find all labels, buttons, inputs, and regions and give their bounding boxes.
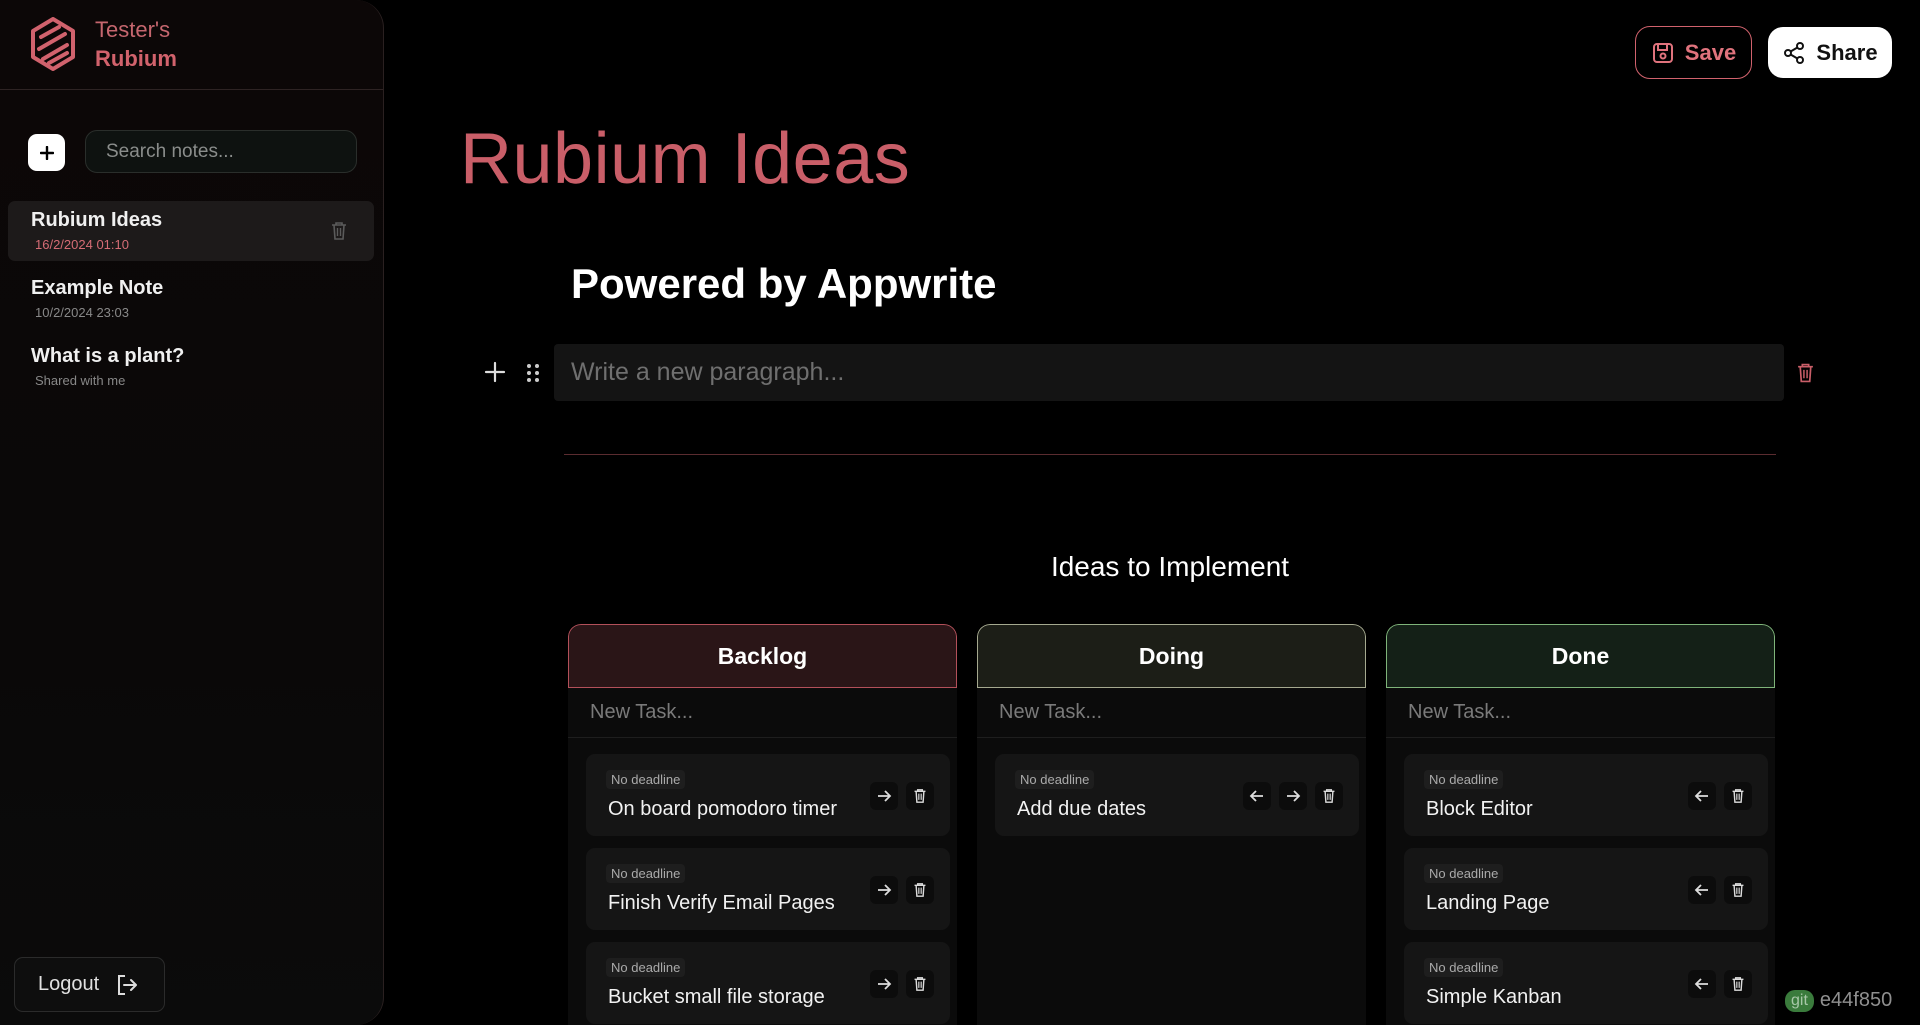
share-button[interactable]: Share bbox=[1768, 27, 1892, 78]
delete-card-button[interactable] bbox=[1724, 970, 1752, 998]
brand-owner: Tester's bbox=[95, 17, 171, 42]
arrow-left-icon bbox=[1694, 884, 1708, 896]
deadline-badge: No deadline bbox=[1424, 864, 1504, 883]
move-right-button[interactable] bbox=[870, 970, 898, 998]
page-title[interactable]: Rubium Ideas bbox=[460, 118, 910, 200]
git-hash: e44f850 bbox=[1819, 989, 1893, 1011]
delete-card-button[interactable] bbox=[906, 876, 934, 904]
logout-button[interactable]: Logout bbox=[14, 957, 165, 1012]
divider bbox=[564, 454, 1776, 455]
heading-block[interactable]: Powered by Appwrite bbox=[571, 260, 997, 308]
note-date: 16/2/2024 01:10 bbox=[35, 237, 129, 252]
note-shared-label: Shared with me bbox=[35, 373, 126, 388]
note-item-example-note[interactable]: Example Note 10/2/2024 23:03 bbox=[8, 269, 374, 329]
delete-card-button[interactable] bbox=[906, 782, 934, 810]
logout-label: Logout bbox=[38, 973, 100, 995]
note-item-rubium-ideas[interactable]: Rubium Ideas 16/2/2024 01:10 bbox=[8, 201, 374, 261]
card-title: Finish Verify Email Pages bbox=[608, 892, 835, 914]
drag-handle-icon[interactable] bbox=[525, 362, 541, 384]
kanban-card[interactable]: No deadline Add due dates bbox=[995, 754, 1359, 836]
deadline-badge: No deadline bbox=[1424, 770, 1504, 789]
kanban-card[interactable]: No deadline Bucket small file storage bbox=[586, 942, 950, 1024]
save-icon bbox=[1652, 42, 1673, 63]
paragraph-input[interactable] bbox=[554, 344, 1784, 401]
trash-icon bbox=[914, 977, 926, 991]
kanban-title: Ideas to Implement bbox=[1050, 551, 1290, 582]
deadline-badge: No deadline bbox=[1015, 770, 1095, 789]
kanban-column-doing: Doing No deadline Add due dates bbox=[977, 624, 1366, 1025]
card-title: Bucket small file storage bbox=[608, 986, 825, 1008]
card-title: Landing Page bbox=[1426, 892, 1550, 914]
delete-card-button[interactable] bbox=[1724, 782, 1752, 810]
new-task-input[interactable] bbox=[568, 688, 957, 738]
note-title: Example Note bbox=[31, 277, 164, 299]
card-title: Add due dates bbox=[1017, 798, 1146, 820]
card-title: Simple Kanban bbox=[1426, 986, 1562, 1008]
kanban-card[interactable]: No deadline Landing Page bbox=[1404, 848, 1768, 930]
move-left-button[interactable] bbox=[1688, 970, 1716, 998]
save-button[interactable]: Save bbox=[1635, 26, 1752, 79]
move-right-button[interactable] bbox=[1279, 782, 1307, 810]
brand: Tester's Rubium bbox=[0, 0, 383, 90]
deadline-badge: No deadline bbox=[606, 864, 686, 883]
trash-icon bbox=[1732, 977, 1744, 991]
trash-icon[interactable] bbox=[330, 221, 348, 241]
delete-card-button[interactable] bbox=[1315, 782, 1343, 810]
deadline-badge: No deadline bbox=[1424, 958, 1504, 977]
arrow-right-icon bbox=[878, 978, 892, 990]
move-right-button[interactable] bbox=[870, 876, 898, 904]
arrow-left-icon bbox=[1694, 790, 1708, 802]
trash-icon bbox=[1732, 883, 1744, 897]
move-left-button[interactable] bbox=[1243, 782, 1271, 810]
note-item-what-is-a-plant[interactable]: What is a plant? Shared with me bbox=[8, 337, 374, 397]
trash-icon bbox=[1732, 789, 1744, 803]
logout-icon bbox=[118, 974, 138, 995]
delete-card-button[interactable] bbox=[1724, 876, 1752, 904]
note-title: What is a plant? bbox=[31, 345, 185, 367]
kanban-column-done: Done No deadline Block Editor No deadlin… bbox=[1386, 624, 1775, 1025]
brand-name: Rubium bbox=[95, 46, 177, 71]
share-label: Share bbox=[1816, 39, 1878, 65]
card-title: Block Editor bbox=[1426, 798, 1533, 820]
share-icon bbox=[1784, 41, 1805, 64]
kanban-card[interactable]: No deadline Simple Kanban bbox=[1404, 942, 1768, 1024]
add-note-button[interactable] bbox=[28, 134, 65, 171]
kanban-card[interactable]: No deadline Finish Verify Email Pages bbox=[586, 848, 950, 930]
new-task-input[interactable] bbox=[977, 688, 1366, 738]
search-input[interactable] bbox=[85, 130, 357, 173]
deadline-badge: No deadline bbox=[606, 770, 686, 789]
plus-icon bbox=[39, 145, 54, 160]
trash-icon bbox=[914, 883, 926, 897]
kanban-card[interactable]: No deadline On board pomodoro timer bbox=[586, 754, 950, 836]
trash-icon bbox=[1323, 789, 1335, 803]
move-right-button[interactable] bbox=[870, 782, 898, 810]
trash-icon[interactable] bbox=[1796, 362, 1815, 384]
move-left-button[interactable] bbox=[1688, 782, 1716, 810]
git-label: git bbox=[1785, 989, 1814, 1012]
rubium-logo-icon bbox=[31, 17, 75, 71]
new-task-input[interactable] bbox=[1386, 688, 1775, 738]
save-label: Save bbox=[1684, 39, 1737, 65]
column-header: Done bbox=[1386, 624, 1775, 688]
add-block-icon[interactable] bbox=[484, 361, 506, 383]
arrow-right-icon bbox=[878, 884, 892, 896]
git-version-badge: git e44f850 bbox=[1785, 989, 1892, 1012]
card-title: On board pomodoro timer bbox=[608, 798, 838, 820]
column-header: Backlog bbox=[568, 624, 957, 688]
arrow-left-icon bbox=[1249, 790, 1263, 802]
note-title: Rubium Ideas bbox=[31, 209, 163, 231]
arrow-right-icon bbox=[878, 790, 892, 802]
arrow-right-icon bbox=[1287, 790, 1301, 802]
delete-card-button[interactable] bbox=[906, 970, 934, 998]
deadline-badge: No deadline bbox=[606, 958, 686, 977]
kanban-card[interactable]: No deadline Block Editor bbox=[1404, 754, 1768, 836]
trash-icon bbox=[914, 789, 926, 803]
kanban-column-backlog: Backlog No deadline On board pomodoro ti… bbox=[568, 624, 957, 1025]
sidebar: Tester's Rubium Rubium Ideas 16/2/2024 0… bbox=[0, 0, 384, 1025]
arrow-left-icon bbox=[1694, 978, 1708, 990]
move-left-button[interactable] bbox=[1688, 876, 1716, 904]
app-root: Tester's Rubium Rubium Ideas 16/2/2024 0… bbox=[0, 0, 1920, 1025]
note-date: 10/2/2024 23:03 bbox=[35, 305, 129, 320]
column-header: Doing bbox=[977, 624, 1366, 688]
